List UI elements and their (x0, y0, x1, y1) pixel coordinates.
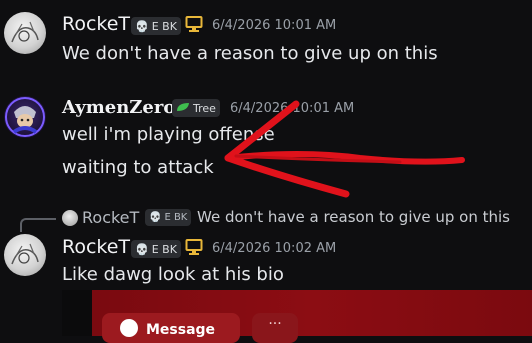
annotation-arrow-icon (224, 100, 465, 198)
